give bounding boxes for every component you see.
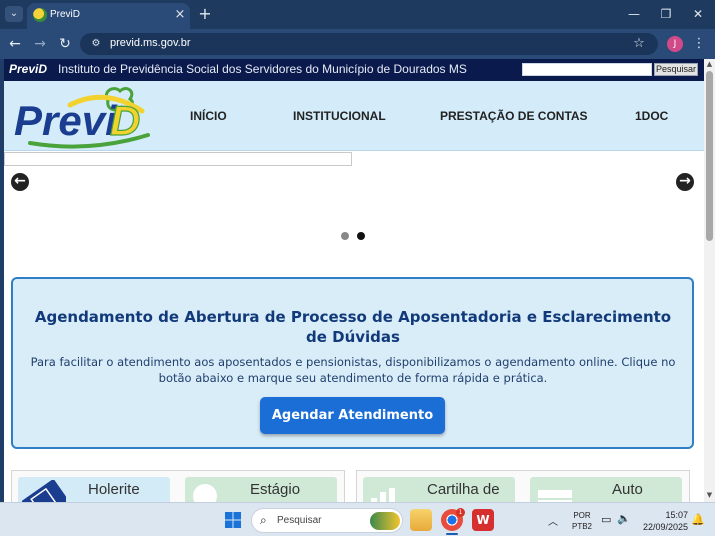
file-explorer-icon[interactable] <box>410 509 432 531</box>
bookmark-star-icon[interactable]: ☆ <box>630 35 648 53</box>
holerite-icon <box>22 480 66 502</box>
forward-arrow-icon[interactable]: → <box>31 35 49 53</box>
promo-description: Para facilitar o atendimento aos aposent… <box>30 355 676 385</box>
cartilha-card[interactable]: Cartilha de <box>363 477 515 502</box>
carousel-indicator-2-active[interactable] <box>357 232 365 240</box>
volume-icon[interactable]: 🔈 <box>617 512 631 525</box>
card-label-estagio: Estágio <box>250 481 301 498</box>
scroll-down-icon[interactable]: ▼ <box>705 491 714 500</box>
card-label-holerite: Holerite <box>88 481 140 498</box>
tab-search-button[interactable]: ⌄ <box>5 6 23 22</box>
browser-toolbar: ← → ↻ ⚙ previd.ms.gov.br ☆ J ⋮ <box>0 29 715 59</box>
arrow-left-circle-icon[interactable]: ← <box>11 173 29 191</box>
browser-tab[interactable]: PreviD × <box>27 3 190 29</box>
arrow-right-circle-icon[interactable]: → <box>676 173 694 191</box>
site-search-input[interactable] <box>522 63 652 76</box>
nav-institucional[interactable]: INSTITUCIONAL <box>293 109 386 123</box>
tab-title: PreviD <box>50 9 81 20</box>
scroll-up-icon[interactable]: ▲ <box>705 60 714 69</box>
new-tab-icon[interactable]: + <box>196 5 214 23</box>
site-search-button[interactable]: Pesquisar <box>654 63 698 76</box>
svg-text:Previ: Previ <box>14 97 118 144</box>
promo-title: Agendamento de Abertura de Processo de A… <box>34 308 672 346</box>
auto-card[interactable]: Auto <box>530 477 682 502</box>
browser-tab-bar: ⌄ PreviD × + — ❐ ✕ <box>0 0 715 29</box>
taskbar-search-placeholder: Pesquisar <box>277 515 322 526</box>
keyboard-layout: PTB2 <box>571 522 592 531</box>
close-tab-icon[interactable]: × <box>173 7 187 23</box>
carousel-indicator-1[interactable] <box>341 232 349 240</box>
person-icon <box>193 484 217 502</box>
search-highlight-image <box>370 512 400 530</box>
nav-inicio[interactable]: INÍCIO <box>190 109 227 123</box>
browser-menu-icon[interactable]: ⋮ <box>692 35 706 53</box>
institute-name: Instituto de Previdência Social dos Serv… <box>58 62 467 76</box>
network-icon[interactable]: ▭ <box>601 513 611 526</box>
appointment-promo-box: Agendamento de Abertura de Processo de A… <box>11 277 694 449</box>
svg-text:D: D <box>110 97 140 144</box>
page-content: PreviD Instituto de Previdência Social d… <box>4 59 704 502</box>
card-label-cartilha: Cartilha de <box>427 481 500 498</box>
restore-window-icon[interactable]: ❐ <box>651 4 681 24</box>
estagio-card[interactable]: Estágio <box>185 477 337 502</box>
chrome-notification-badge: 1 <box>456 508 465 517</box>
bar-chart-icon <box>371 488 395 502</box>
clock-date: 22/09/2025 <box>642 522 688 532</box>
carousel-image <box>4 152 352 166</box>
holerite-card[interactable]: Holerite <box>18 477 170 502</box>
site-info-icon[interactable]: ⚙ <box>88 36 104 52</box>
previd-logo[interactable]: Previ D <box>10 83 152 149</box>
site-header: Previ D INÍCIO INSTITUCIONAL PRESTAÇÃO D… <box>4 81 704 151</box>
page-scrollbar[interactable]: ▲ ▼ <box>704 59 715 502</box>
active-app-indicator <box>446 533 458 535</box>
chevron-up-icon[interactable]: ︿ <box>548 513 558 528</box>
language-code: POR <box>573 511 591 520</box>
minimize-window-icon[interactable]: — <box>619 4 649 24</box>
taskbar-search-box[interactable]: ⌕ Pesquisar <box>251 508 403 533</box>
address-bar[interactable]: ⚙ previd.ms.gov.br ☆ <box>80 33 658 55</box>
system-clock[interactable]: 15:07 22/09/2025 <box>640 509 688 533</box>
reload-icon[interactable]: ↻ <box>56 35 74 53</box>
url-text[interactable]: previd.ms.gov.br <box>110 37 191 49</box>
windows-start-icon[interactable] <box>225 512 241 528</box>
profile-avatar[interactable]: J <box>667 36 683 52</box>
input-language-indicator[interactable]: POR PTB2 <box>571 510 593 532</box>
wps-office-icon[interactable]: W <box>472 509 494 531</box>
topbar-brand: PreviD <box>9 62 48 76</box>
notification-bell-icon[interactable]: 🔔 <box>691 513 705 526</box>
back-arrow-icon[interactable]: ← <box>6 35 24 53</box>
previd-favicon-icon <box>33 8 47 22</box>
clock-time: 15:07 <box>665 510 688 520</box>
close-window-icon[interactable]: ✕ <box>683 4 713 24</box>
search-icon: ⌕ <box>260 513 267 527</box>
nav-1doc[interactable]: 1DOC <box>635 109 668 123</box>
card-label-auto: Auto <box>612 481 643 498</box>
page-viewport: PreviD Instituto de Previdência Social d… <box>0 59 715 502</box>
nav-prestacao-de-contas[interactable]: PRESTAÇÃO DE CONTAS <box>440 109 588 123</box>
institute-topbar: PreviD Instituto de Previdência Social d… <box>4 59 704 81</box>
scroll-thumb[interactable] <box>706 71 713 241</box>
schedule-appointment-button[interactable]: Agendar Atendimento <box>260 397 445 434</box>
windows-taskbar: ⌕ Pesquisar 1 W ︿ POR PTB2 ▭ 🔈 15:07 22/… <box>0 502 715 536</box>
document-stack-icon <box>538 490 572 502</box>
